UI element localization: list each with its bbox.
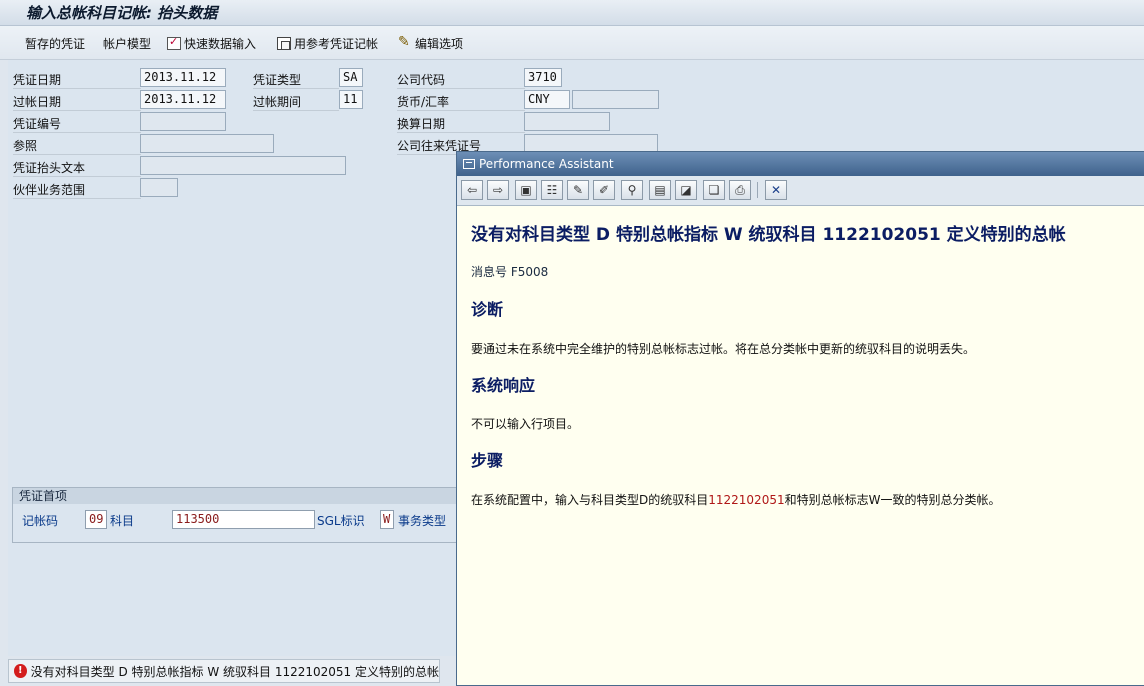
company-code-underline xyxy=(397,88,525,89)
table-of-contents-icon[interactable]: ▤ xyxy=(649,180,671,200)
procedure-text-part2: 和特别总帐标志W一致的特别总分类帐。 xyxy=(784,493,1001,507)
company-code-label: 公司代码 xyxy=(397,73,446,87)
posting-key-label: 记帐码 xyxy=(22,514,59,528)
diagnosis-heading: 诊断 xyxy=(471,300,504,319)
title-bar: 输入总帐科目记帐: 抬头数据 xyxy=(0,0,1144,26)
period-field[interactable]: 11 xyxy=(339,90,363,109)
glossary-icon[interactable]: ◪ xyxy=(675,180,697,200)
performance-assistant-content: 没有对科目类型 D 特别总帐指标 W 统驭科目 1122102051 定义特别的… xyxy=(471,220,1131,508)
fast-entry-icon xyxy=(167,35,181,50)
close-icon[interactable]: ✕ xyxy=(765,180,787,200)
exchange-rate-field[interactable] xyxy=(572,90,659,109)
doc-date-label: 凭证日期 xyxy=(13,73,62,87)
system-response-heading: 系统响应 xyxy=(471,376,536,395)
performance-assistant-window: Performance Assistant ⇦ ⇨ ▣ ☷ ✎ ✐ ⚲ ▤ ◪ … xyxy=(456,151,1144,686)
translation-date-label: 换算日期 xyxy=(397,117,446,131)
company-code-field[interactable]: 3710 xyxy=(524,68,562,87)
technical-info-icon[interactable]: ☷ xyxy=(541,180,563,200)
print-icon[interactable]: ⎙ xyxy=(729,180,751,200)
diagnosis-text: 要通过未在系统中完全维护的特别总帐标志过帐。将在总分类帐中更新的统驭科目的说明丢… xyxy=(471,342,976,356)
doc-number-underline xyxy=(13,132,141,133)
message-number-line: 消息号 F5008 xyxy=(471,263,1131,280)
application-toolbar: 暂存的凭证 帐户模型 快速数据输入 用参考凭证记帐 编辑选项 xyxy=(0,26,1144,60)
period-label: 过帐期间 xyxy=(253,95,302,109)
pencil-icon xyxy=(398,34,412,50)
doc-number-field[interactable] xyxy=(140,112,226,131)
reference-field[interactable] xyxy=(140,134,274,153)
status-bar[interactable]: ! 没有对科目类型 D 特别总帐指标 W 统驭科目 1122102051 定义特… xyxy=(8,659,440,683)
forward-arrow-icon[interactable]: ⇨ xyxy=(487,180,509,200)
book-icon[interactable]: ▣ xyxy=(515,180,537,200)
group-title: 凭证首项 xyxy=(13,488,459,504)
window-title: 输入总帐科目记帐: 抬头数据 xyxy=(26,4,218,22)
procedure-heading: 步骤 xyxy=(471,451,504,470)
settings-icon[interactable]: ❏ xyxy=(703,180,725,200)
fast-data-entry-label: 快速数据输入 xyxy=(184,37,257,51)
toolbar-separator xyxy=(757,182,758,198)
message-heading: 没有对科目类型 D 特别总帐指标 W 统驭科目 1122102051 定义特别的… xyxy=(471,225,1066,245)
translation-date-field[interactable] xyxy=(524,112,610,131)
first-line-item-group: 凭证首项 记帐码 09 科目 113500 SGL标识 W 事务类型 xyxy=(12,487,460,543)
trading-partner-label: 伙伴业务范围 xyxy=(13,183,86,197)
trading-partner-underline xyxy=(13,198,141,199)
header-text-underline xyxy=(13,176,141,177)
account-model-button[interactable]: 帐户模型 xyxy=(103,35,151,52)
doc-date-field[interactable]: 2013.11.12 xyxy=(140,68,226,87)
procedure-text: 在系统配置中，输入与科目类型D的统驭科目1122102051和特别总帐标志W一致… xyxy=(471,491,1131,508)
window-icon xyxy=(463,159,475,169)
back-arrow-icon[interactable]: ⇦ xyxy=(461,180,483,200)
parked-documents-button[interactable]: 暂存的凭证 xyxy=(25,35,85,52)
account-label: 科目 xyxy=(110,514,135,528)
performance-assistant-title: Performance Assistant xyxy=(479,157,614,171)
posting-date-label: 过帐日期 xyxy=(13,95,62,109)
post-with-reference-label: 用参考凭证记帐 xyxy=(294,37,379,51)
error-icon: ! xyxy=(14,664,27,678)
post-with-reference-button[interactable]: 用参考凭证记帐 xyxy=(277,35,378,52)
fast-data-entry-button[interactable]: 快速数据输入 xyxy=(167,35,256,52)
edit-icon[interactable]: ✎ xyxy=(567,180,589,200)
doc-date-underline xyxy=(13,88,141,89)
translation-date-underline xyxy=(397,132,525,133)
system-response-text: 不可以输入行项目。 xyxy=(471,417,580,431)
account-field[interactable]: 113500 xyxy=(172,510,315,529)
posting-date-field[interactable]: 2013.11.12 xyxy=(140,90,226,109)
header-text-field[interactable] xyxy=(140,156,346,175)
message-number-label: 消息号 xyxy=(471,265,508,279)
editing-options-button[interactable]: 编辑选项 xyxy=(398,34,464,52)
reference-label: 参照 xyxy=(13,139,38,153)
editing-options-label: 编辑选项 xyxy=(415,37,464,51)
highlight-icon[interactable]: ✐ xyxy=(593,180,615,200)
sgl-indicator-label: SGL标识 xyxy=(317,514,365,528)
doc-type-underline xyxy=(253,88,339,89)
performance-assistant-titlebar[interactable]: Performance Assistant xyxy=(457,152,1144,176)
message-number: F5008 xyxy=(510,265,549,279)
trading-partner-field[interactable] xyxy=(140,178,178,197)
transaction-type-label: 事务类型 xyxy=(398,514,447,528)
sgl-indicator-field[interactable]: W xyxy=(380,510,394,529)
copy-document-icon xyxy=(277,37,291,50)
search-icon[interactable]: ⚲ xyxy=(621,180,643,200)
doc-type-field[interactable]: SA xyxy=(339,68,363,87)
posting-key-field[interactable]: 09 xyxy=(85,510,107,529)
period-underline xyxy=(253,110,339,111)
reference-underline xyxy=(13,154,141,155)
procedure-text-part1: 在系统配置中，输入与科目类型D的统驭科目 xyxy=(471,493,709,507)
posting-date-underline xyxy=(13,110,141,111)
status-message: 没有对科目类型 D 特别总帐指标 W 统驭科目 1122102051 定义特别的… xyxy=(30,664,439,679)
currency-label: 货币/汇率 xyxy=(397,95,450,109)
header-text-label: 凭证抬头文本 xyxy=(13,161,86,175)
doc-type-label: 凭证类型 xyxy=(253,73,302,87)
performance-assistant-toolbar: ⇦ ⇨ ▣ ☷ ✎ ✐ ⚲ ▤ ◪ ❏ ⎙ ✕ xyxy=(457,176,1144,206)
procedure-account-link[interactable]: 1122102051 xyxy=(708,493,784,507)
currency-underline xyxy=(397,110,525,111)
currency-field[interactable]: CNY xyxy=(524,90,570,109)
doc-number-label: 凭证编号 xyxy=(13,117,62,131)
